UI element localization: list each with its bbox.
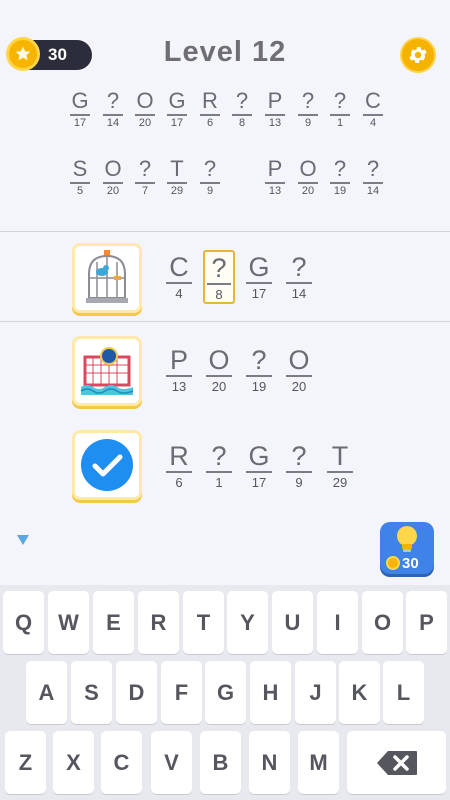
phrase-line-1: G 17 ? 14 O 20 G 17 R6 ? 8 P 13 ? 9 ? 1 C4 <box>0 90 450 140</box>
key-l[interactable]: L <box>383 661 424 724</box>
backspace-icon <box>376 750 417 775</box>
keyboard: Q W E R T Y U I O P A S D F G H J K L Z … <box>0 585 450 800</box>
clue-cell[interactable]: R6 <box>164 442 194 490</box>
key-m[interactable]: M <box>298 731 339 794</box>
key-w[interactable]: W <box>48 591 89 654</box>
key-c[interactable]: C <box>101 731 142 794</box>
phrase-cell[interactable]: O 20 <box>100 158 126 198</box>
key-k[interactable]: K <box>339 661 380 724</box>
phrase-cell[interactable]: ? 19 <box>327 158 353 198</box>
phrase-cell[interactable]: G 17 <box>67 90 93 130</box>
key-d[interactable]: D <box>116 661 157 724</box>
clue-cell[interactable]: G 17 <box>244 253 274 301</box>
clue-cell[interactable]: O 20 <box>284 346 314 394</box>
level-title: Level 12 <box>163 36 287 68</box>
key-v[interactable]: V <box>151 731 192 794</box>
key-g[interactable]: G <box>205 661 246 724</box>
phrase-cell[interactable]: O 20 <box>132 90 158 130</box>
gear-icon <box>409 47 427 63</box>
divider <box>0 321 450 322</box>
phrase-cell[interactable]: P 13 <box>262 158 288 198</box>
phrase-cell[interactable]: ? 1 <box>327 90 353 130</box>
key-t[interactable]: T <box>183 591 224 654</box>
birdcage-icon <box>86 250 128 303</box>
checkmark-icon <box>81 439 133 491</box>
key-j[interactable]: J <box>295 661 336 724</box>
clue-cell[interactable]: C4 <box>164 253 194 301</box>
key-n[interactable]: N <box>249 731 290 794</box>
phrase-cell[interactable]: R6 <box>197 90 223 130</box>
key-i[interactable]: I <box>317 591 358 654</box>
phrase-cell[interactable]: ? 14 <box>100 90 126 130</box>
lightbulb-icon <box>397 526 417 552</box>
key-q[interactable]: Q <box>3 591 44 654</box>
collapse-arrow-icon[interactable] <box>17 535 29 545</box>
backspace-key[interactable] <box>347 731 446 794</box>
key-y[interactable]: Y <box>227 591 268 654</box>
clue-cell[interactable]: ? 19 <box>244 346 274 394</box>
phrase-cell[interactable]: P 13 <box>262 90 288 130</box>
key-x[interactable]: X <box>53 731 94 794</box>
clue-cell[interactable]: G 17 <box>244 442 274 490</box>
water-polo-goal-icon <box>80 347 134 395</box>
hint-cost: 30 <box>402 555 419 572</box>
phrase-cell[interactable]: O 20 <box>295 158 321 198</box>
clue-cell[interactable]: T 29 <box>325 442 355 490</box>
key-b[interactable]: B <box>200 731 241 794</box>
phrase-cell[interactable]: ? 8 <box>229 90 255 130</box>
settings-button[interactable] <box>400 37 436 73</box>
phrase-cell[interactable]: S5 <box>67 158 93 198</box>
phrase-cell[interactable]: ? 9 <box>295 90 321 130</box>
key-r[interactable]: R <box>138 591 179 654</box>
key-o[interactable]: O <box>362 591 403 654</box>
hint-button[interactable]: 30 <box>380 522 434 574</box>
key-e[interactable]: E <box>93 591 134 654</box>
phrase-cell[interactable]: ? 7 <box>132 158 158 198</box>
key-s[interactable]: S <box>71 661 112 724</box>
clue-cell-selected[interactable]: ? 8 <box>203 250 235 304</box>
clue-cell[interactable]: O 20 <box>204 346 234 394</box>
clue-cell[interactable]: ? 14 <box>284 253 314 301</box>
phrase-cell[interactable]: G 17 <box>164 90 190 130</box>
phrase-cell[interactable]: ? 14 <box>360 158 386 198</box>
phrase-cell[interactable]: T 29 <box>164 158 190 198</box>
divider <box>0 231 450 232</box>
clue-cell[interactable]: ? 1 <box>204 442 234 490</box>
clue-image-2[interactable] <box>72 336 142 406</box>
key-u[interactable]: U <box>272 591 313 654</box>
clue-cell[interactable]: ? 9 <box>284 442 314 490</box>
coin-icon <box>386 556 400 570</box>
clue-image-3[interactable] <box>72 430 142 500</box>
phrase-cell[interactable]: C4 <box>360 90 386 130</box>
key-p[interactable]: P <box>406 591 447 654</box>
phrase-cell[interactable]: ? 9 <box>197 158 223 198</box>
phrase-line-2: S5 O 20 ? 7 T 29 ? 9 P 13 O 20 ? 19 ? 14 <box>0 158 450 208</box>
key-a[interactable]: A <box>26 661 67 724</box>
key-f[interactable]: F <box>161 661 202 724</box>
clue-cell[interactable]: P 13 <box>164 346 194 394</box>
key-z[interactable]: Z <box>5 731 46 794</box>
clue-image-1[interactable] <box>72 243 142 313</box>
key-h[interactable]: H <box>250 661 291 724</box>
